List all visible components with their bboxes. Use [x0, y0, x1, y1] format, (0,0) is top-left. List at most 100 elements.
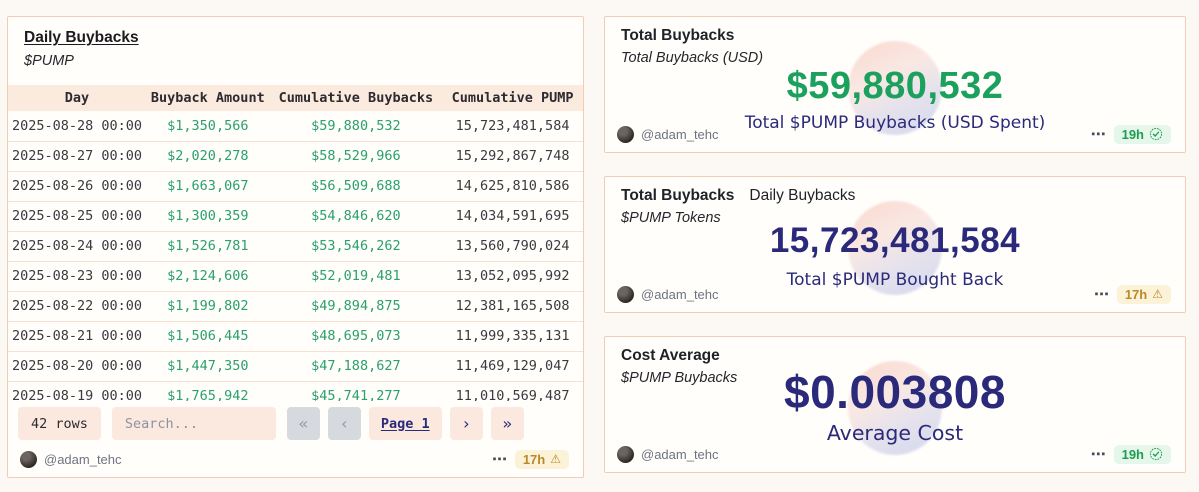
- table-cell: 2025-08-20 00:00: [8, 351, 146, 381]
- age-label: 19h: [1122, 447, 1144, 462]
- table-cell: 2025-08-23 00:00: [8, 261, 146, 291]
- table-cell: 11,010,569,487: [442, 381, 583, 401]
- author-link[interactable]: @adam_tehc: [44, 452, 122, 467]
- table-cell: 13,052,095,992: [442, 261, 583, 291]
- table-cell: 15,723,481,584: [442, 111, 583, 141]
- table-cell: 13,560,790,024: [442, 231, 583, 261]
- table-row: 2025-08-27 00:00$2,020,278$58,529,96615,…: [8, 141, 583, 171]
- buybacks-table: Day Buyback Amount Cumulative Buybacks C…: [8, 85, 583, 401]
- table-cell: $59,880,532: [270, 111, 443, 141]
- table-cell: 2025-08-26 00:00: [8, 171, 146, 201]
- cost-average-card: Cost Average $PUMP Buybacks $0.003808 Av…: [604, 336, 1186, 473]
- pagination: « ‹ Page 1 › »: [287, 407, 524, 440]
- table-row: 2025-08-25 00:00$1,300,359$54,846,62014,…: [8, 201, 583, 231]
- age-label: 17h: [523, 452, 545, 467]
- table-cell: $2,124,606: [146, 261, 270, 291]
- table-row: 2025-08-20 00:00$1,447,350$47,188,62711,…: [8, 351, 583, 381]
- avatar: [20, 451, 37, 468]
- table-cell: $54,846,620: [270, 201, 443, 231]
- data-age-badge[interactable]: 17h ⚠: [515, 450, 569, 469]
- table-cell: 11,469,129,047: [442, 351, 583, 381]
- table-cell: 2025-08-25 00:00: [8, 201, 146, 231]
- table-row: 2025-08-21 00:00$1,506,445$48,695,07311,…: [8, 321, 583, 351]
- table-cell: $45,741,277: [270, 381, 443, 401]
- chevron-left-icon: ‹: [340, 416, 350, 432]
- table-cell: $53,546,262: [270, 231, 443, 261]
- avatar: [617, 446, 634, 463]
- total-pump-bought-card: Total Buybacks Daily Buybacks $PUMP Toke…: [604, 176, 1186, 313]
- author-link[interactable]: @adam_tehc: [641, 447, 719, 462]
- table-cell: $52,019,481: [270, 261, 443, 291]
- data-age-badge[interactable]: 19h: [1114, 445, 1171, 464]
- metric-caption: Average Cost: [605, 421, 1185, 445]
- table-cell: 14,034,591,695: [442, 201, 583, 231]
- first-page-button[interactable]: «: [287, 407, 320, 440]
- table-row: 2025-08-24 00:00$1,526,781$53,546,26213,…: [8, 231, 583, 261]
- search-input[interactable]: [112, 407, 276, 440]
- table-cell: $1,526,781: [146, 231, 270, 261]
- table-cell: 2025-08-22 00:00: [8, 291, 146, 321]
- more-options-icon[interactable]: ⋯: [492, 450, 508, 468]
- card-secondary-title: Daily Buybacks: [749, 187, 855, 205]
- table-cell: 2025-08-28 00:00: [8, 111, 146, 141]
- more-options-icon[interactable]: ⋯: [1091, 445, 1107, 463]
- table-header-row: Day Buyback Amount Cumulative Buybacks C…: [8, 85, 583, 111]
- column-header-day[interactable]: Day: [8, 85, 146, 111]
- table-cell: $1,447,350: [146, 351, 270, 381]
- card-title: Total Buybacks: [621, 27, 734, 45]
- table-cell: $58,529,966: [270, 141, 443, 171]
- table-row: 2025-08-22 00:00$1,199,802$49,894,87512,…: [8, 291, 583, 321]
- daily-buybacks-panel: Daily Buybacks $PUMP Day Buyback Amount …: [7, 16, 584, 478]
- card-title: Cost Average: [621, 347, 720, 365]
- next-page-button[interactable]: ›: [450, 407, 483, 440]
- verified-check-icon: [1149, 447, 1163, 461]
- table-cell: 11,999,335,131: [442, 321, 583, 351]
- metric-caption: Total $PUMP Bought Back: [605, 270, 1185, 290]
- card-subtitle: Total Buybacks (USD): [621, 50, 763, 66]
- table-cell: $48,695,073: [270, 321, 443, 351]
- table-cell: $1,765,942: [146, 381, 270, 401]
- table-cell: $1,663,067: [146, 171, 270, 201]
- chevron-double-left-icon: «: [299, 416, 309, 432]
- table-cell: 15,292,867,748: [442, 141, 583, 171]
- table-cell: 2025-08-24 00:00: [8, 231, 146, 261]
- table-footer: 42 rows « ‹ Page 1 › »: [18, 407, 573, 440]
- table-row: 2025-08-19 00:00$1,765,942$45,741,27711,…: [8, 381, 583, 401]
- table-cell: 14,625,810,586: [442, 171, 583, 201]
- panel-attribution: @adam_tehc ⋯ 17h ⚠: [20, 448, 569, 470]
- card-subtitle: $PUMP Tokens: [621, 210, 855, 226]
- metric-value: $59,880,532: [605, 65, 1185, 108]
- table-cell: $1,199,802: [146, 291, 270, 321]
- table-row: 2025-08-23 00:00$2,124,606$52,019,48113,…: [8, 261, 583, 291]
- warning-icon: ⚠: [550, 452, 561, 466]
- panel-subtitle: $PUMP: [24, 53, 567, 69]
- table-cell: $1,300,359: [146, 201, 270, 231]
- card-attribution: @adam_tehc ⋯ 19h: [617, 443, 1171, 465]
- metric-caption: Total $PUMP Buybacks (USD Spent): [605, 113, 1185, 133]
- table-cell: $49,894,875: [270, 291, 443, 321]
- panel-header: Daily Buybacks $PUMP: [8, 17, 583, 69]
- chevron-double-right-icon: »: [502, 416, 512, 432]
- column-header-cumulative-pump[interactable]: Cumulative PUMP: [442, 85, 583, 111]
- table-cell: $1,506,445: [146, 321, 270, 351]
- panel-title-link[interactable]: Daily Buybacks: [24, 29, 139, 47]
- table-cell: 2025-08-21 00:00: [8, 321, 146, 351]
- table-cell: $47,188,627: [270, 351, 443, 381]
- total-buybacks-usd-card: Total Buybacks Total Buybacks (USD) $59,…: [604, 16, 1186, 153]
- column-header-cumulative-buybacks[interactable]: Cumulative Buybacks: [270, 85, 443, 111]
- table-cell: $1,350,566: [146, 111, 270, 141]
- column-header-buyback-amount[interactable]: Buyback Amount: [146, 85, 270, 111]
- table-cell: $2,020,278: [146, 141, 270, 171]
- current-page-button[interactable]: Page 1: [369, 407, 442, 440]
- prev-page-button[interactable]: ‹: [328, 407, 361, 440]
- metric-value: 15,723,481,584: [605, 221, 1185, 261]
- table-cell: 2025-08-19 00:00: [8, 381, 146, 401]
- chevron-right-icon: ›: [461, 416, 471, 432]
- table-row: 2025-08-26 00:00$1,663,067$56,509,68814,…: [8, 171, 583, 201]
- row-count-badge: 42 rows: [18, 407, 101, 440]
- table-cell: $56,509,688: [270, 171, 443, 201]
- last-page-button[interactable]: »: [491, 407, 524, 440]
- buybacks-table-body: 2025-08-28 00:00$1,350,566$59,880,53215,…: [8, 111, 583, 401]
- table-cell: 2025-08-27 00:00: [8, 141, 146, 171]
- table-cell: 12,381,165,508: [442, 291, 583, 321]
